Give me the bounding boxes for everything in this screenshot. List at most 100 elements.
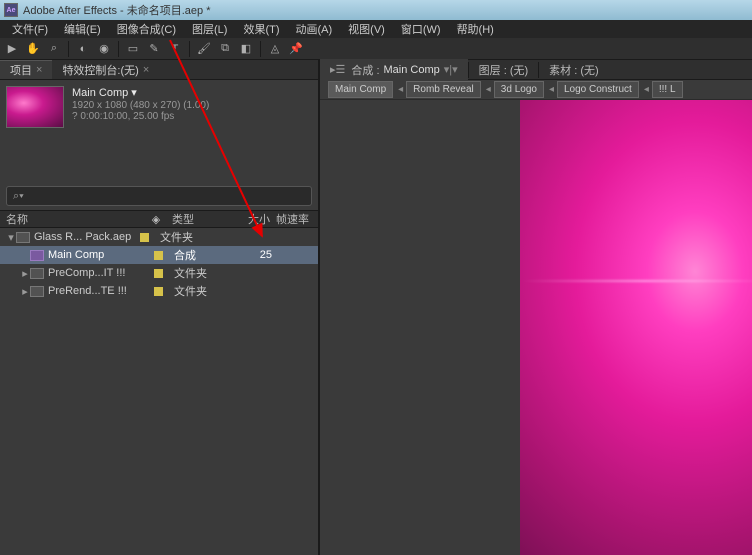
composition-viewer[interactable] <box>320 100 752 555</box>
comp-tab-name[interactable]: Main Comp <box>384 64 440 76</box>
crumb-romb[interactable]: Romb Reveal <box>406 81 481 98</box>
tab-effect-controls[interactable]: 特效控制台:(无) × <box>52 60 159 79</box>
workspace: 项目 × 特效控制台:(无) × Main Comp ▾ 1920 x 1080… <box>0 60 752 555</box>
item-label[interactable] <box>134 233 154 242</box>
chevron-left-icon: ◂ <box>644 84 649 95</box>
roto-tool-icon[interactable]: ◬ <box>266 40 284 58</box>
tab-close-icon[interactable]: × <box>36 64 42 76</box>
crumb-3dlogo[interactable]: 3d Logo <box>494 81 544 98</box>
crumb-more[interactable]: !!! L <box>652 81 683 98</box>
item-type: 文件夹 <box>168 283 228 299</box>
left-panel-tabs: 项目 × 特效控制台:(无) × <box>0 60 318 80</box>
window-title: Adobe After Effects - 未命名项目.aep * <box>23 2 211 18</box>
list-item[interactable]: ▾ Glass R... Pack.aep 文件夹 <box>0 228 318 246</box>
item-name: PreRend...TE !!! <box>48 285 148 297</box>
folder-icon <box>30 268 44 279</box>
list-item[interactable]: ▸ PreComp...IT !!! 文件夹 <box>0 264 318 282</box>
disclosure-triangle-icon[interactable]: ▾ <box>6 231 16 244</box>
composition-panel: ▸☰ 合成 : Main Comp ▾|▾ 图层 : (无) 素材 : (无) … <box>320 60 752 555</box>
toolbar-separator <box>118 41 119 57</box>
project-panel: 项目 × 特效控制台:(无) × Main Comp ▾ 1920 x 1080… <box>0 60 320 555</box>
item-label[interactable] <box>148 251 168 260</box>
col-size[interactable]: 大小 <box>226 211 276 227</box>
crumb-main[interactable]: Main Comp <box>328 81 393 98</box>
clone-tool-icon[interactable]: ⧉ <box>216 40 234 58</box>
item-type: 文件夹 <box>168 265 228 281</box>
composition-icon <box>30 250 44 261</box>
comp-tab-label: 合成 : <box>351 62 379 78</box>
app-icon: Ae <box>4 3 18 17</box>
zoom-tool-icon[interactable]: ⌕ <box>45 40 63 58</box>
menu-file[interactable]: 文件(F) <box>4 19 56 39</box>
tab-close-icon[interactable]: × <box>143 64 149 76</box>
comp-info: Main Comp ▾ 1920 x 1080 (480 x 270) (1.0… <box>0 80 318 134</box>
comp-name: Main Comp ▾ <box>72 86 209 99</box>
menu-help[interactable]: 帮助(H) <box>449 19 502 39</box>
chevron-left-icon: ◂ <box>398 84 403 95</box>
list-item[interactable]: Main Comp 合成 25 <box>0 246 318 264</box>
list-item[interactable]: ▸ PreRend...TE !!! 文件夹 <box>0 282 318 300</box>
col-fps[interactable]: 帧速率 <box>276 211 309 227</box>
menu-bar: 文件(F) 编辑(E) 图像合成(C) 图层(L) 效果(T) 动画(A) 视图… <box>0 20 752 38</box>
disclosure-triangle-icon[interactable]: ▸ <box>20 285 30 298</box>
dropdown-icon[interactable]: ▾|▾ <box>444 63 458 76</box>
item-name: Main Comp <box>48 249 148 261</box>
col-label[interactable]: ◈ <box>146 213 166 226</box>
project-list: ▾ Glass R... Pack.aep 文件夹 Main Comp 合成 2… <box>0 228 318 555</box>
item-name: Glass R... Pack.aep <box>34 231 134 243</box>
pen-tool-icon[interactable]: ✎ <box>145 40 163 58</box>
rect-tool-icon[interactable]: ▭ <box>124 40 142 58</box>
text-tool-icon[interactable]: T <box>166 40 184 58</box>
menu-animation[interactable]: 动画(A) <box>288 19 341 39</box>
hand-tool-icon[interactable]: ✋ <box>24 40 42 58</box>
item-label[interactable] <box>148 269 168 278</box>
axis-tool-icon[interactable]: ◉ <box>95 40 113 58</box>
selection-tool-icon[interactable]: ▶ <box>3 40 21 58</box>
menu-effect[interactable]: 效果(T) <box>235 19 287 39</box>
tab-effect-label: 特效控制台:(无) <box>62 62 138 78</box>
menu-edit[interactable]: 编辑(E) <box>56 19 109 39</box>
lens-flare <box>520 280 752 282</box>
tab-composition[interactable]: ▸☰ 合成 : Main Comp ▾|▾ <box>320 59 468 81</box>
chevron-left-icon: ◂ <box>486 84 491 95</box>
comp-duration: ? 0:00:10:00, 25.00 fps <box>72 111 209 122</box>
crumb-logoconstruct[interactable]: Logo Construct <box>557 81 639 98</box>
eraser-tool-icon[interactable]: ◧ <box>237 40 255 58</box>
col-type[interactable]: 类型 <box>166 211 226 227</box>
right-panel-tabs: ▸☰ 合成 : Main Comp ▾|▾ 图层 : (无) 素材 : (无) <box>320 60 752 80</box>
footage-tab-label: 素材 : (无) <box>549 62 599 78</box>
menu-composition[interactable]: 图像合成(C) <box>109 19 184 39</box>
disclosure-triangle-icon[interactable]: ▸ <box>20 267 30 280</box>
project-search[interactable]: ⌕▾ <box>6 186 312 206</box>
folder-icon <box>30 286 44 297</box>
search-icon: ⌕▾ <box>13 190 24 203</box>
panel-menu-icon[interactable]: ▸☰ <box>330 63 345 76</box>
menu-layer[interactable]: 图层(L) <box>184 19 235 39</box>
comp-preview-frame <box>520 100 752 555</box>
tab-project-label: 项目 <box>10 62 32 78</box>
comp-dimensions: 1920 x 1080 (480 x 270) (1.00) <box>72 100 209 111</box>
chevron-left-icon: ◂ <box>549 84 554 95</box>
toolbar-separator <box>260 41 261 57</box>
comp-text: Main Comp ▾ 1920 x 1080 (480 x 270) (1.0… <box>72 86 209 128</box>
item-name: PreComp...IT !!! <box>48 267 148 279</box>
tab-footage[interactable]: 素材 : (无) <box>539 59 609 81</box>
brush-tool-icon[interactable]: 🖌 <box>195 40 213 58</box>
item-type: 合成 <box>168 247 228 263</box>
comp-thumbnail[interactable] <box>6 86 64 128</box>
tab-layer[interactable]: 图层 : (无) <box>469 59 539 81</box>
toolbar-separator <box>68 41 69 57</box>
toolbar-separator <box>189 41 190 57</box>
tool-bar: ▶ ✋ ⌕ ◐ ◉ ▭ ✎ T 🖌 ⧉ ◧ ◬ 📌 <box>0 38 752 60</box>
title-bar: Ae Adobe After Effects - 未命名项目.aep * <box>0 0 752 20</box>
tab-project[interactable]: 项目 × <box>0 60 52 79</box>
item-type: 文件夹 <box>154 229 214 245</box>
menu-window[interactable]: 窗口(W) <box>393 19 449 39</box>
item-size: 25 <box>228 249 278 261</box>
col-name[interactable]: 名称 <box>6 211 146 227</box>
pin-tool-icon[interactable]: 📌 <box>287 40 305 58</box>
item-label[interactable] <box>148 287 168 296</box>
comp-flowchart-nav: Main Comp ◂ Romb Reveal ◂ 3d Logo ◂ Logo… <box>320 80 752 100</box>
orbit-tool-icon[interactable]: ◐ <box>74 40 92 58</box>
menu-view[interactable]: 视图(V) <box>340 19 393 39</box>
